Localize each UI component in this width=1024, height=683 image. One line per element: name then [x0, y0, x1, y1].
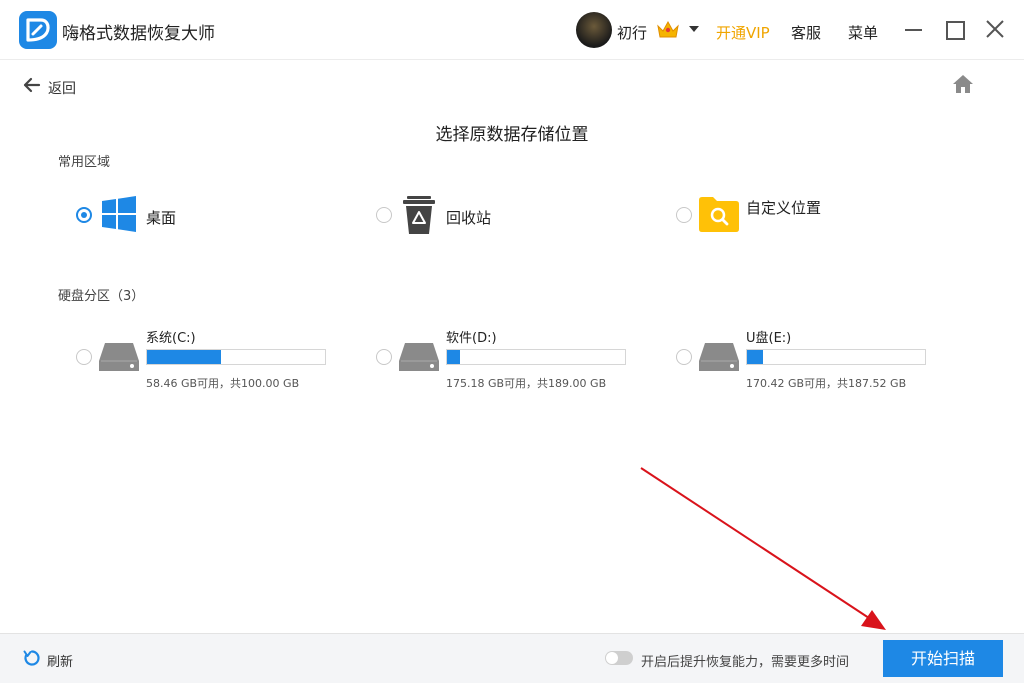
drive-caption: 58.46 GB可用，共100.00 GB	[146, 377, 300, 390]
drive-usage-bar	[446, 349, 626, 365]
crown-icon	[655, 18, 681, 40]
drive-name[interactable]: U盘(E:)	[746, 327, 791, 346]
drive-usage-fill	[447, 350, 460, 364]
footer-bar	[0, 633, 1024, 683]
hard-drive-icon	[399, 341, 439, 377]
home-icon[interactable]	[951, 73, 975, 95]
back-label[interactable]: 返回	[48, 78, 76, 98]
drive-usage-fill	[147, 350, 221, 364]
hard-drive-icon	[699, 341, 739, 377]
drive-name[interactable]: 系统(C:)	[146, 327, 196, 346]
app-title: 嗨格式数据恢复大师	[62, 24, 215, 44]
enhanced-recovery-toggle[interactable]	[605, 651, 633, 665]
customer-service-link[interactable]: 客服	[791, 22, 821, 43]
desktop-radio[interactable]	[76, 207, 92, 223]
drive-name[interactable]: 软件(D:)	[446, 327, 497, 346]
drive-caption: 170.42 GB可用，共187.52 GB	[746, 377, 907, 390]
disk-section-label: 硬盘分区（3）	[58, 289, 145, 304]
close-button[interactable]	[984, 18, 1006, 40]
hard-drive-icon	[99, 341, 139, 377]
drive-usage-fill	[747, 350, 764, 364]
refresh-label[interactable]: 刷新	[47, 651, 73, 670]
minimize-button[interactable]	[903, 18, 925, 40]
menu-link[interactable]: 菜单	[848, 22, 878, 43]
recycle-bin-icon	[403, 195, 435, 239]
start-scan-button[interactable]: 开始扫描	[883, 640, 1003, 677]
user-avatar[interactable]	[576, 12, 612, 48]
username[interactable]: 初行	[617, 22, 647, 43]
close-icon	[986, 20, 1004, 38]
app-logo-icon	[19, 11, 57, 49]
common-section-label: 常用区域	[58, 155, 111, 170]
drive-c-radio[interactable]	[76, 349, 92, 365]
recycle-bin-radio[interactable]	[376, 207, 392, 223]
drive-usage-bar	[146, 349, 326, 365]
drive-usage-bar	[746, 349, 926, 365]
drive-d-radio[interactable]	[376, 349, 392, 365]
user-dropdown-caret-icon[interactable]	[689, 26, 699, 32]
location-custom[interactable]: 自定义位置	[746, 197, 821, 218]
maximize-button[interactable]	[944, 18, 966, 40]
folder-search-icon	[699, 196, 739, 236]
custom-location-radio[interactable]	[676, 207, 692, 223]
windows-icon	[101, 196, 137, 236]
page-title: 选择原数据存储位置	[435, 125, 589, 145]
location-recycle-bin[interactable]: 回收站	[446, 207, 491, 228]
vip-link[interactable]: 开通VIP	[716, 22, 770, 43]
location-desktop[interactable]: 桌面	[146, 207, 176, 228]
drive-caption: 175.18 GB可用，共189.00 GB	[446, 377, 607, 390]
drive-e-radio[interactable]	[676, 349, 692, 365]
enhanced-recovery-label: 开启后提升恢复能力，需要更多时间	[641, 655, 850, 670]
back-arrow-icon	[23, 77, 41, 93]
refresh-icon[interactable]	[23, 649, 41, 667]
